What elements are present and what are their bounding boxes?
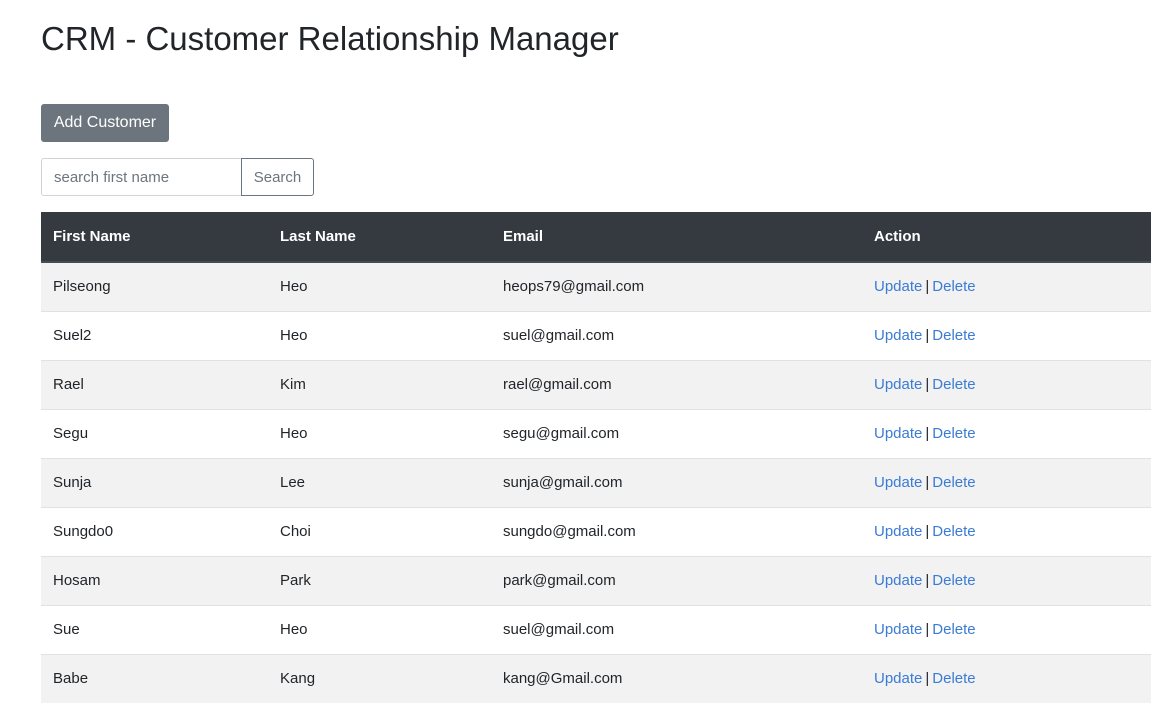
action-separator: | xyxy=(925,425,930,442)
action-separator: | xyxy=(925,670,930,688)
cell-last-name: Heo xyxy=(268,604,491,654)
cell-action: Update | Delete xyxy=(862,359,1151,409)
cell-last-name: Heo xyxy=(268,310,491,360)
table-row: Rael Kim rael@gmail.com Update | Delete xyxy=(41,359,1151,409)
delete-link[interactable]: Delete xyxy=(932,621,975,638)
cell-first-name: Hosam xyxy=(41,555,268,605)
action-separator: | xyxy=(925,523,930,540)
cell-last-name: Park xyxy=(268,555,491,605)
search-form: Search xyxy=(41,158,314,196)
update-link[interactable]: Update xyxy=(874,425,922,442)
cell-last-name: Heo xyxy=(268,261,491,311)
action-separator: | xyxy=(925,474,930,491)
cell-last-name: Kang xyxy=(268,653,491,703)
delete-link[interactable]: Delete xyxy=(932,474,975,491)
table-row: Babe Kang kang@Gmail.com Update | Delete xyxy=(41,653,1151,703)
cell-last-name: Kim xyxy=(268,359,491,409)
update-link[interactable]: Update xyxy=(874,278,922,295)
delete-link[interactable]: Delete xyxy=(932,425,975,442)
cell-first-name: Rael xyxy=(41,359,268,409)
cell-email: segu@gmail.com xyxy=(491,408,862,458)
cell-last-name: Choi xyxy=(268,506,491,556)
add-customer-button[interactable]: Add Customer xyxy=(41,104,169,142)
table-row: Suel2 Heo suel@gmail.com Update | Delete xyxy=(41,310,1151,360)
cell-first-name: Suel2 xyxy=(41,310,268,360)
action-separator: | xyxy=(925,376,930,393)
cell-email: heops79@gmail.com xyxy=(491,261,862,311)
update-link[interactable]: Update xyxy=(874,474,922,491)
cell-email: suel@gmail.com xyxy=(491,604,862,654)
cell-last-name: Lee xyxy=(268,457,491,507)
table-row: Segu Heo segu@gmail.com Update | Delete xyxy=(41,408,1151,458)
cell-first-name: Segu xyxy=(41,408,268,458)
update-link[interactable]: Update xyxy=(874,376,922,393)
header-first-name: First Name xyxy=(41,212,268,263)
cell-first-name: Babe xyxy=(41,653,268,703)
cell-action: Update | Delete xyxy=(862,555,1151,605)
action-separator: | xyxy=(925,572,930,589)
cell-action: Update | Delete xyxy=(862,506,1151,556)
action-separator: | xyxy=(925,621,930,638)
cell-action: Update | Delete xyxy=(862,261,1151,311)
cell-action: Update | Delete xyxy=(862,408,1151,458)
cell-first-name: Sue xyxy=(41,604,268,654)
header-last-name: Last Name xyxy=(268,212,491,263)
delete-link[interactable]: Delete xyxy=(932,327,975,344)
cell-email: sunja@gmail.com xyxy=(491,457,862,507)
delete-link[interactable]: Delete xyxy=(932,278,975,295)
delete-link[interactable]: Delete xyxy=(932,572,975,589)
action-separator: | xyxy=(925,278,930,296)
table-row: Sunja Lee sunja@gmail.com Update | Delete xyxy=(41,457,1151,507)
delete-link[interactable]: Delete xyxy=(932,523,975,540)
cell-action: Update | Delete xyxy=(862,457,1151,507)
table-body: Pilseong Heo heops79@gmail.com Update | Delet… xyxy=(41,261,1151,703)
update-link[interactable]: Update xyxy=(874,621,922,638)
customer-table: First Name Last Name Email Action Pilseo… xyxy=(41,212,1151,703)
cell-last-name: Heo xyxy=(268,408,491,458)
update-link[interactable]: Update xyxy=(874,523,922,540)
header-email: Email xyxy=(491,212,862,263)
cell-email: suel@gmail.com xyxy=(491,310,862,360)
update-link[interactable]: Update xyxy=(874,327,922,344)
cell-email: park@gmail.com xyxy=(491,555,862,605)
update-link[interactable]: Update xyxy=(874,670,922,687)
delete-link[interactable]: Delete xyxy=(932,670,975,687)
table-row: Hosam Park park@gmail.com Update | Delete xyxy=(41,555,1151,605)
table-row: Pilseong Heo heops79@gmail.com Update | Delet… xyxy=(41,261,1151,311)
cell-email: sungdo@gmail.com xyxy=(491,506,862,556)
cell-email: rael@gmail.com xyxy=(491,359,862,409)
header-action: Action xyxy=(862,212,1151,263)
cell-action: Update | Delete xyxy=(862,653,1151,703)
table-header-row: First Name Last Name Email Action xyxy=(41,212,1151,263)
update-link[interactable]: Update xyxy=(874,572,922,589)
cell-first-name: Sunja xyxy=(41,457,268,507)
customer-table-wrapper: First Name Last Name Email Action Pilseo… xyxy=(41,212,1151,703)
table-row: Sungdo0 Choi sungdo@gmail.com Update | Delete xyxy=(41,506,1151,556)
search-input[interactable] xyxy=(41,158,241,196)
page: CRM - Customer Relationship Manager Add … xyxy=(0,0,1172,716)
cell-first-name: Pilseong xyxy=(41,261,268,311)
action-separator: | xyxy=(925,327,930,344)
cell-action: Update | Delete xyxy=(862,604,1151,654)
table-row: Sue Heo suel@gmail.com Update | Delete xyxy=(41,604,1151,654)
search-button[interactable]: Search xyxy=(241,158,314,196)
delete-link[interactable]: Delete xyxy=(932,376,975,393)
page-title: CRM - Customer Relationship Manager xyxy=(41,20,619,57)
cell-first-name: Sungdo0 xyxy=(41,506,268,556)
cell-action: Update | Delete xyxy=(862,310,1151,360)
cell-email: kang@Gmail.com xyxy=(491,653,862,703)
